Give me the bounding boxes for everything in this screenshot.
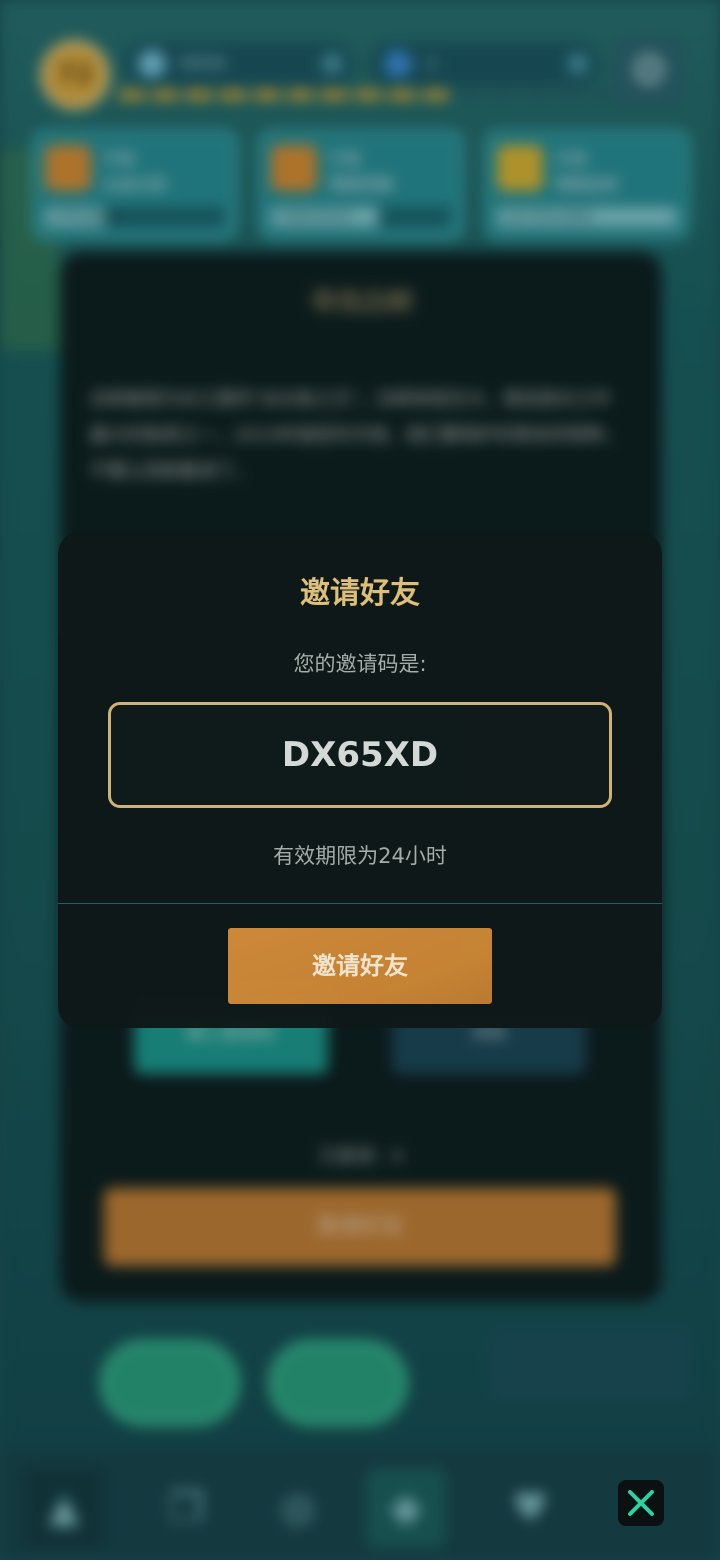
dialog-divider (58, 903, 662, 904)
dialog-title: 邀请好友 (300, 576, 420, 611)
invite-code-prompt: 您的邀请码是: (293, 652, 427, 676)
close-icon (628, 1490, 654, 1516)
invite-friend-button[interactable]: 邀请好友 (228, 928, 492, 1004)
validity-text: 有效期限为24小时 (273, 844, 447, 868)
close-button[interactable] (618, 1480, 664, 1526)
invite-friend-dialog: 邀请好友 您的邀请码是: DX65XD 有效期限为24小时 邀请好友 (58, 532, 662, 1028)
invite-code-display[interactable]: DX65XD (108, 702, 612, 808)
